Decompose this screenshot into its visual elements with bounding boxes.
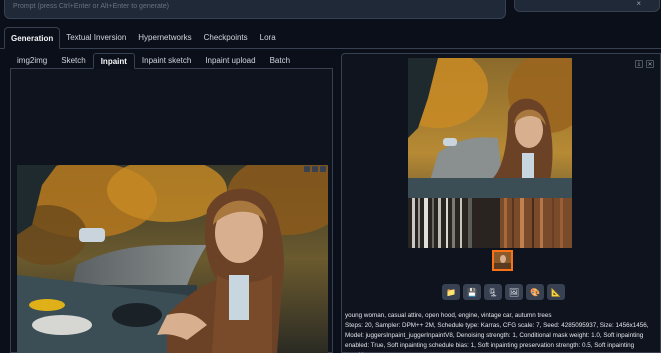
open-folder-button[interactable]: 📁 (442, 284, 460, 300)
folder-icon: 📁 (446, 287, 456, 297)
zip-icon: 🗜 (487, 287, 499, 297)
tab-inpaint[interactable]: Inpaint (92, 53, 135, 69)
prompt-input[interactable]: Prompt (press Ctrl+Enter or Alt+Enter to… (4, 0, 506, 19)
result-action-row: 📁 💾 🗜 🖼 🎨 📐 (442, 284, 565, 300)
save-button[interactable]: 💾 (463, 284, 481, 300)
zip-button[interactable]: 🗜 (484, 284, 502, 300)
top-right-field[interactable]: × (514, 0, 660, 12)
tab-textual-inversion[interactable]: Textual Inversion (60, 27, 132, 49)
send-to-img2img-button[interactable]: 🖼 (505, 284, 523, 300)
generation-params: Steps: 20, Sampler: DPM++ 2M, Schedule t… (345, 322, 649, 353)
result-image[interactable] (408, 58, 572, 248)
close-icon[interactable]: ✕ (646, 60, 654, 68)
generation-info: young woman, casual attire, open hood, e… (345, 311, 661, 353)
ruler-icon: 📐 (551, 287, 561, 297)
tab-checkpoints[interactable]: Checkpoints (198, 27, 254, 49)
tab-inpaint-sketch[interactable]: Inpaint sketch (135, 53, 198, 69)
download-icon[interactable]: ⤓ (635, 60, 643, 68)
canvas-controls (304, 166, 326, 172)
palette-icon: 🎨 (530, 287, 540, 297)
tab-batch[interactable]: Batch (263, 53, 297, 69)
tab-sketch[interactable]: Sketch (54, 53, 92, 69)
generation-caption: young woman, casual attire, open hood, e… (345, 312, 552, 319)
result-panel: ⤓ ✕ 📁 💾 🗜 🖼 🎨 📐 young woman, casual atti… (341, 53, 661, 353)
canvas-undo-icon[interactable] (304, 166, 310, 172)
inpaint-canvas-image[interactable] (17, 165, 328, 353)
send-to-img2img-icon: 🖼 (508, 287, 520, 297)
tab-generation[interactable]: Generation (4, 27, 61, 49)
canvas-clear-icon[interactable] (312, 166, 318, 172)
main-tabs: Generation Textual Inversion Hypernetwor… (0, 27, 661, 49)
send-to-extras-button[interactable]: 📐 (547, 284, 565, 300)
tab-img2img[interactable]: img2img (10, 53, 54, 69)
canvas-brush-icon[interactable] (320, 166, 326, 172)
img2img-subtabs: img2img Sketch Inpaint Inpaint sketch In… (10, 53, 333, 69)
result-corner-buttons: ⤓ ✕ (635, 60, 654, 68)
tab-hypernetworks[interactable]: Hypernetworks (132, 27, 197, 49)
save-icon: 💾 (467, 287, 477, 297)
inpaint-canvas-panel (10, 69, 333, 353)
send-to-inpaint-button[interactable]: 🎨 (526, 284, 544, 300)
tab-lora[interactable]: Lora (254, 27, 282, 49)
close-icon[interactable]: × (636, 0, 641, 8)
result-thumbnail[interactable] (492, 250, 513, 271)
tab-inpaint-upload[interactable]: Inpaint upload (198, 53, 262, 69)
